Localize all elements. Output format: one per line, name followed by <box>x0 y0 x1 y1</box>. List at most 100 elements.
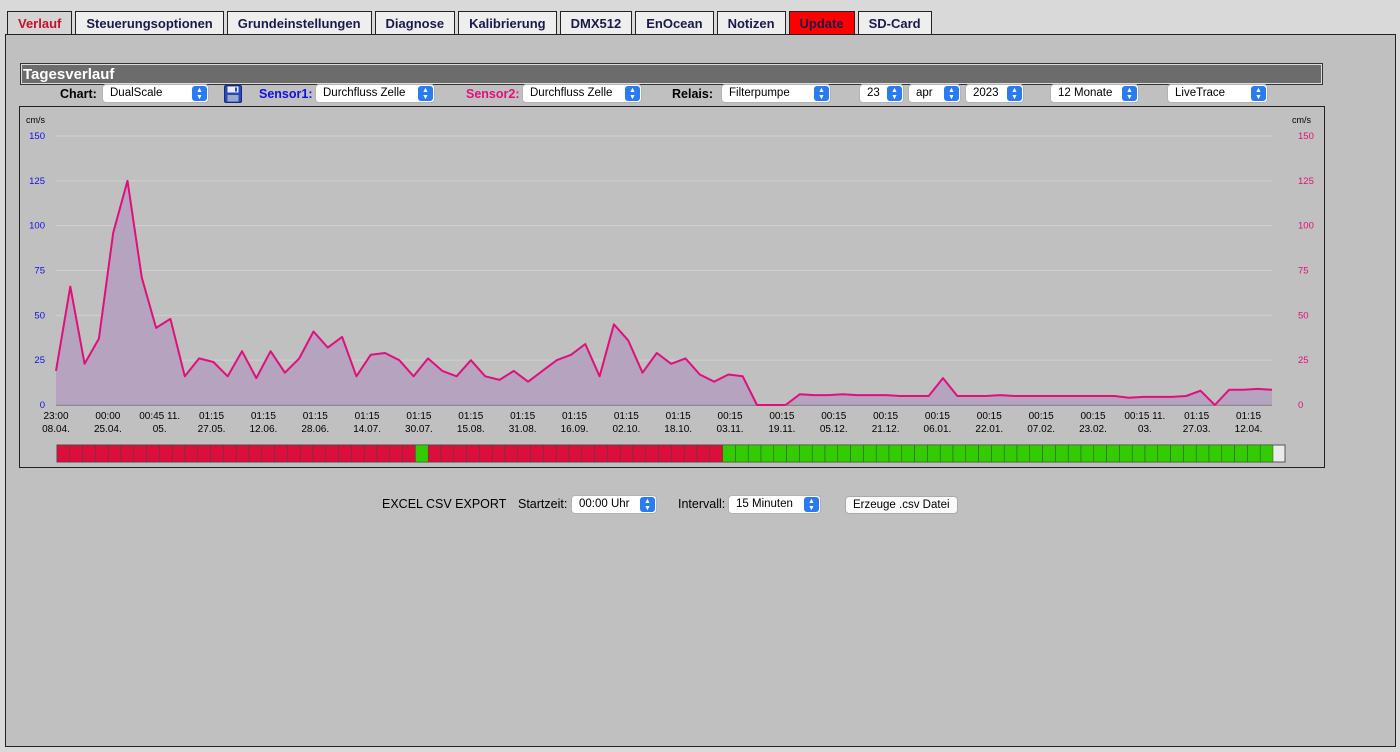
relay-state-cell <box>901 444 915 463</box>
select-arrows-icon: ▲ ▼ <box>418 86 433 101</box>
relay-state-cell <box>453 444 467 463</box>
start-time-select[interactable]: 00:00 Uhr ▲ ▼ <box>571 495 657 514</box>
relay-state-cell <box>658 444 672 463</box>
relay-state-cell <box>1067 444 1082 463</box>
chart-type-select[interactable]: DualScale ▲ ▼ <box>102 84 209 103</box>
chart-type-value: DualScale <box>110 87 163 99</box>
relay-state-cell <box>1247 444 1261 463</box>
relay-state-cell <box>927 444 941 463</box>
range-select[interactable]: 12 Monate ▲ ▼ <box>1050 84 1139 103</box>
relay-state-cell <box>645 444 659 463</box>
x-tick-date: 12.06. <box>249 424 277 435</box>
tab-steuerungsoptionen[interactable]: Steuerungsoptionen <box>75 11 224 34</box>
relay-state-cell <box>466 444 480 463</box>
select-arrows-icon: ▲ ▼ <box>887 86 902 101</box>
relay-state-cell <box>747 444 762 463</box>
relay-state-cell <box>82 444 96 463</box>
relay-state-cell <box>1195 444 1210 463</box>
left-tick-label: 50 <box>34 310 45 321</box>
relais-select[interactable]: Filterpumpe ▲ ▼ <box>721 84 831 103</box>
relay-state-cell <box>530 444 544 463</box>
relay-state-cell <box>1042 444 1056 463</box>
select-arrows-icon: ▲ ▼ <box>804 497 819 512</box>
relay-state-cell <box>1183 444 1197 463</box>
x-tick-date: 12.04. <box>1235 424 1263 435</box>
x-tick-time: 01:15 <box>562 411 587 422</box>
range-value: 12 Monate <box>1058 87 1113 99</box>
select-arrows-icon: ▲ ▼ <box>1251 86 1266 101</box>
relay-state-cell <box>376 444 391 463</box>
day-select[interactable]: 23 ▲ ▼ <box>859 84 904 103</box>
floppy-disk-icon[interactable] <box>224 85 242 103</box>
relay-state-cell <box>850 444 864 463</box>
month-select[interactable]: apr ▲ ▼ <box>908 84 961 103</box>
x-tick-date: 16.09. <box>561 424 589 435</box>
tab-bar: Verlauf Steuerungsoptionen Grundeinstellun… <box>7 11 935 35</box>
tab-verlauf[interactable]: Verlauf <box>7 11 73 35</box>
x-tick-date: 19.11. <box>768 424 795 435</box>
right-tick-label: 100 <box>1298 221 1314 232</box>
x-tick-date: 14.07. <box>353 424 381 435</box>
relay-state-cell <box>939 444 954 463</box>
tab-notizen[interactable]: Notizen <box>716 11 786 34</box>
sensor1-label: Sensor1: <box>259 87 313 101</box>
relay-state-cell <box>1170 444 1184 463</box>
x-tick-time: 00:15 11. <box>1124 411 1165 422</box>
relay-state-cell <box>235 444 250 463</box>
relay-state-cell <box>914 444 928 463</box>
relay-state-cell <box>248 444 263 463</box>
sensor1-value: Durchfluss Zelle <box>323 87 406 99</box>
x-tick-date: 18.10. <box>664 424 692 435</box>
tab-sd-card[interactable]: SD-Card <box>857 11 932 34</box>
relay-state-cell <box>978 444 992 463</box>
sensor2-select[interactable]: Durchfluss Zelle ▲ ▼ <box>522 84 642 103</box>
tab-grundeinstellungen[interactable]: Grundeinstellungen <box>226 11 372 34</box>
sensor2-value: Durchfluss Zelle <box>530 87 613 99</box>
relay-state-cell <box>69 444 83 463</box>
tab-diagnose[interactable]: Diagnose <box>374 11 456 34</box>
interval-select[interactable]: 15 Minuten ▲ ▼ <box>728 495 821 514</box>
left-tick-label: 125 <box>29 176 45 187</box>
relay-state-cell <box>709 444 723 463</box>
sensor1-select[interactable]: Durchfluss Zelle ▲ ▼ <box>315 84 435 103</box>
relay-state-cell <box>965 444 979 463</box>
select-arrows-icon: ▲ ▼ <box>944 86 959 101</box>
relay-state-cell <box>875 444 890 463</box>
create-csv-button[interactable]: Erzeuge .csv Datei <box>845 496 958 514</box>
relay-state-cell <box>1106 444 1120 463</box>
relay-state-cell <box>504 444 519 463</box>
x-tick-date: 27.03. <box>1183 424 1211 435</box>
relay-state-cell <box>824 444 839 463</box>
x-tick-date: 30.07. <box>405 424 433 435</box>
select-arrows-icon: ▲ ▼ <box>814 86 829 101</box>
relay-state-cell <box>581 444 595 463</box>
x-tick-time: 01:15 <box>458 411 483 422</box>
x-tick-date: 21.12. <box>872 424 900 435</box>
tab-update[interactable]: Update <box>788 11 855 34</box>
relay-state-cell <box>223 444 237 463</box>
left-tick-label: 150 <box>29 131 45 142</box>
left-tick-label: 0 <box>40 400 45 411</box>
relay-state-cell <box>491 444 506 463</box>
relay-state-cell <box>1234 444 1248 463</box>
tab-dmx512[interactable]: DMX512 <box>559 11 633 34</box>
tab-kalibrierung[interactable]: Kalibrierung <box>458 11 557 34</box>
relay-state-cell <box>261 444 275 463</box>
relay-state-cell <box>133 444 147 463</box>
relay-state-cell <box>159 444 173 463</box>
right-tick-label: 25 <box>1298 355 1309 366</box>
relay-state-cell <box>696 444 711 463</box>
right-tick-label: 150 <box>1298 131 1314 142</box>
x-tick-date: 22.01. <box>975 424 1003 435</box>
year-select[interactable]: 2023 ▲ ▼ <box>965 84 1024 103</box>
relay-state-cell <box>1055 444 1069 463</box>
x-tick-time: 23:00 <box>43 411 68 422</box>
tab-enocean[interactable]: EnOcean <box>635 11 714 34</box>
export-label: EXCEL CSV EXPORT <box>382 497 507 511</box>
relay-state-cell <box>632 444 647 463</box>
relay-state-cell <box>1131 444 1146 463</box>
x-tick-time: 00:15 <box>977 411 1002 422</box>
right-tick-label: 75 <box>1298 266 1309 277</box>
mode-select[interactable]: LiveTrace ▲ ▼ <box>1167 84 1268 103</box>
relay-state-cell <box>402 444 416 463</box>
